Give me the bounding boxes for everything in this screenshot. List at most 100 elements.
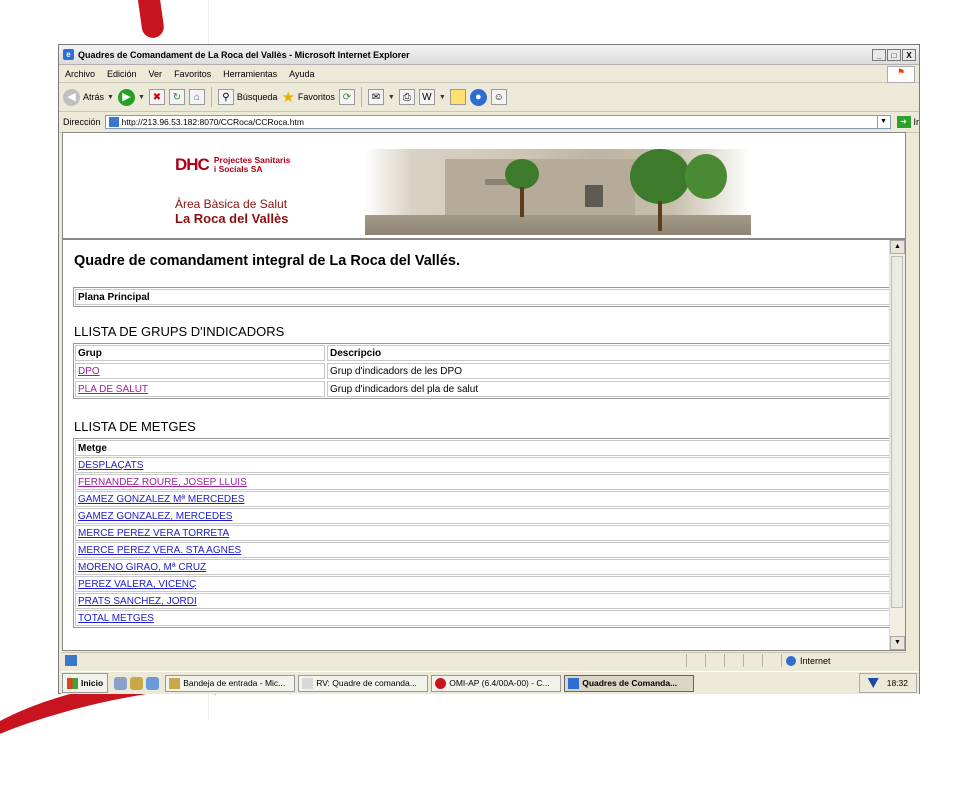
column-header-descripcio: Descripcio <box>327 345 893 361</box>
edit-word-icon[interactable]: W <box>418 89 435 105</box>
system-tray: 18:32 <box>858 673 917 693</box>
taskbar-item-active[interactable]: Quadres de Comanda... <box>564 674 695 692</box>
dhc-logo: DHC Projectes Sanitaris i Socials SA <box>175 155 290 175</box>
minimize-button[interactable]: _ <box>872 48 886 61</box>
forward-dropdown-icon[interactable]: ▼ <box>138 94 145 101</box>
site-banner: DHC Projectes Sanitaris i Socials SA Àre… <box>63 133 905 240</box>
antivirus-tray-icon[interactable] <box>867 678 879 688</box>
groups-heading: LLISTA DE GRUPS D'INDICADORS <box>74 324 285 339</box>
start-button[interactable]: Inicio <box>62 673 109 693</box>
table-row: DPO Grup d'indicadors de les DPO <box>74 362 894 380</box>
menu-archivo[interactable]: Archivo <box>59 69 101 79</box>
list-item: PRATS SANCHEZ, JORDI <box>75 593 893 609</box>
search-label: Búsqueda <box>236 92 278 102</box>
ie-page-icon <box>568 677 580 689</box>
plana-principal: Plana Principal <box>75 289 893 305</box>
tree <box>685 154 727 199</box>
go-button[interactable]: ➜ Ir <box>896 116 919 128</box>
menu-ayuda[interactable]: Ayuda <box>283 69 320 79</box>
logo-text: Projectes Sanitaris i Socials SA <box>214 156 291 174</box>
metges-table: Metge DESPLAÇATS FERNANDEZ ROURE, JOSEP … <box>73 438 895 628</box>
metge-link[interactable]: MORENO GIRAO, Mª CRUZ <box>78 562 206 573</box>
list-item: PEREZ VALERA, VICENÇ <box>75 576 893 592</box>
group-link-pla-de-salut[interactable]: PLA DE SALUT <box>78 384 148 395</box>
status-segment <box>762 654 781 667</box>
favorites-label: Favoritos <box>297 92 335 102</box>
print-icon[interactable]: ⎙ <box>398 89 415 105</box>
metge-link[interactable]: MERCE PEREZ VERA. STA AGNES <box>78 545 241 556</box>
scroll-thumb[interactable] <box>891 256 903 608</box>
list-item: TOTAL METGES <box>75 610 893 626</box>
metge-link[interactable]: GAMEZ GONZALEZ, MERCEDES <box>78 511 232 522</box>
taskbar-item-label: RV: Quadre de comanda... <box>316 678 417 688</box>
globe-icon <box>786 655 796 666</box>
building-shape <box>445 159 635 219</box>
status-bar: Internet <box>62 652 906 668</box>
metge-link[interactable]: DESPLAÇATS <box>78 460 143 471</box>
scroll-down-arrow-icon[interactable]: ▼ <box>890 636 905 650</box>
maximize-button[interactable]: □ <box>887 48 901 61</box>
zone-label: Internet <box>800 655 831 666</box>
taskbar-item[interactable]: OMI-AP (6.4/00A-00) - C... <box>431 674 562 692</box>
contacts-icon[interactable]: ☺ <box>490 89 507 105</box>
mail-icon[interactable]: ✉ <box>367 89 384 105</box>
metge-link[interactable]: TOTAL METGES <box>78 613 154 624</box>
menu-ver[interactable]: Ver <box>143 69 169 79</box>
outlook-icon <box>169 677 181 689</box>
messenger-icon[interactable]: ● <box>469 88 487 106</box>
ie-quicklaunch-icon[interactable] <box>114 676 128 690</box>
search-button[interactable]: ⚲ Búsqueda <box>217 89 278 105</box>
group-link-dpo[interactable]: DPO <box>78 366 100 377</box>
desktop-quicklaunch-icon[interactable] <box>146 676 160 690</box>
refresh-icon[interactable]: ↻ <box>168 89 185 105</box>
metge-link[interactable]: MERCE PEREZ VERA TORRETA <box>78 528 229 539</box>
building-photo <box>365 149 751 235</box>
back-button[interactable]: ◀ Atrás ▼ <box>63 88 114 106</box>
outlook-quicklaunch-icon[interactable] <box>130 676 144 690</box>
status-segment <box>705 654 724 667</box>
notes-icon[interactable] <box>449 89 466 105</box>
metge-link[interactable]: PRATS SANCHEZ, JORDI <box>78 596 197 607</box>
menu-edicion[interactable]: Edición <box>101 69 143 79</box>
forward-button[interactable]: ▶ ▼ <box>117 88 145 106</box>
clock: 18:32 <box>886 678 908 688</box>
back-label: Atrás <box>83 92 105 102</box>
taskbar-item[interactable]: Bandeja de entrada - Mic... <box>165 674 296 692</box>
brand-swoosh-top <box>136 0 166 40</box>
status-segment <box>724 654 743 667</box>
status-segment <box>743 654 762 667</box>
history-icon[interactable]: ⟳ <box>338 89 355 105</box>
taskbar-item[interactable]: RV: Quadre de comanda... <box>298 674 429 692</box>
home-icon[interactable]: ⌂ <box>188 89 205 105</box>
area-name: La Roca del Vallès <box>175 211 289 226</box>
menu-herramientas[interactable]: Herramientas <box>217 69 283 79</box>
toolbar-separator <box>360 87 362 107</box>
metge-link[interactable]: FERNANDEZ ROURE, JOSEP LLUIS <box>78 477 247 488</box>
taskbar: Inicio Bandeja de entrada - Mic... RV: Q… <box>61 671 919 694</box>
edit-dropdown-icon[interactable]: ▼ <box>439 94 446 101</box>
menu-favoritos[interactable]: Favoritos <box>168 69 217 79</box>
address-dropdown-icon[interactable]: ▼ <box>876 116 890 128</box>
scroll-up-arrow-icon[interactable]: ▲ <box>890 240 905 254</box>
mail-dropdown-icon[interactable]: ▼ <box>388 94 395 101</box>
metge-link[interactable]: GAMEZ GONZALEZ Mª MERCEDES <box>78 494 245 505</box>
browser-window: e Quadres de Comandament de La Roca del … <box>58 44 920 694</box>
tree <box>630 149 690 204</box>
page-viewport: DHC Projectes Sanitaris i Socials SA Àre… <box>62 132 906 651</box>
favorites-button[interactable]: ★ Favoritos <box>281 88 334 106</box>
list-item: FERNANDEZ ROURE, JOSEP LLUIS <box>75 474 893 490</box>
road <box>365 215 751 235</box>
toolbar-separator <box>210 87 212 107</box>
address-input[interactable]: http://213.96.53.182:8070/CCRoca/CCRoca.… <box>104 115 891 129</box>
vertical-scrollbar[interactable]: ▲ ▼ <box>889 240 905 650</box>
address-url[interactable]: http://213.96.53.182:8070/CCRoca/CCRoca.… <box>122 117 877 127</box>
close-button[interactable]: X <box>902 48 916 61</box>
tree-trunk <box>520 187 524 217</box>
table-row: PLA DE SALUT Grup d'indicadors del pla d… <box>74 380 894 398</box>
back-dropdown-icon[interactable]: ▼ <box>107 94 114 101</box>
metge-link[interactable]: PEREZ VALERA, VICENÇ <box>78 579 196 590</box>
title-bar: e Quadres de Comandament de La Roca del … <box>59 45 919 65</box>
stop-icon[interactable]: ✖ <box>148 89 165 105</box>
quick-launch <box>114 676 160 690</box>
star-icon: ★ <box>281 89 295 106</box>
